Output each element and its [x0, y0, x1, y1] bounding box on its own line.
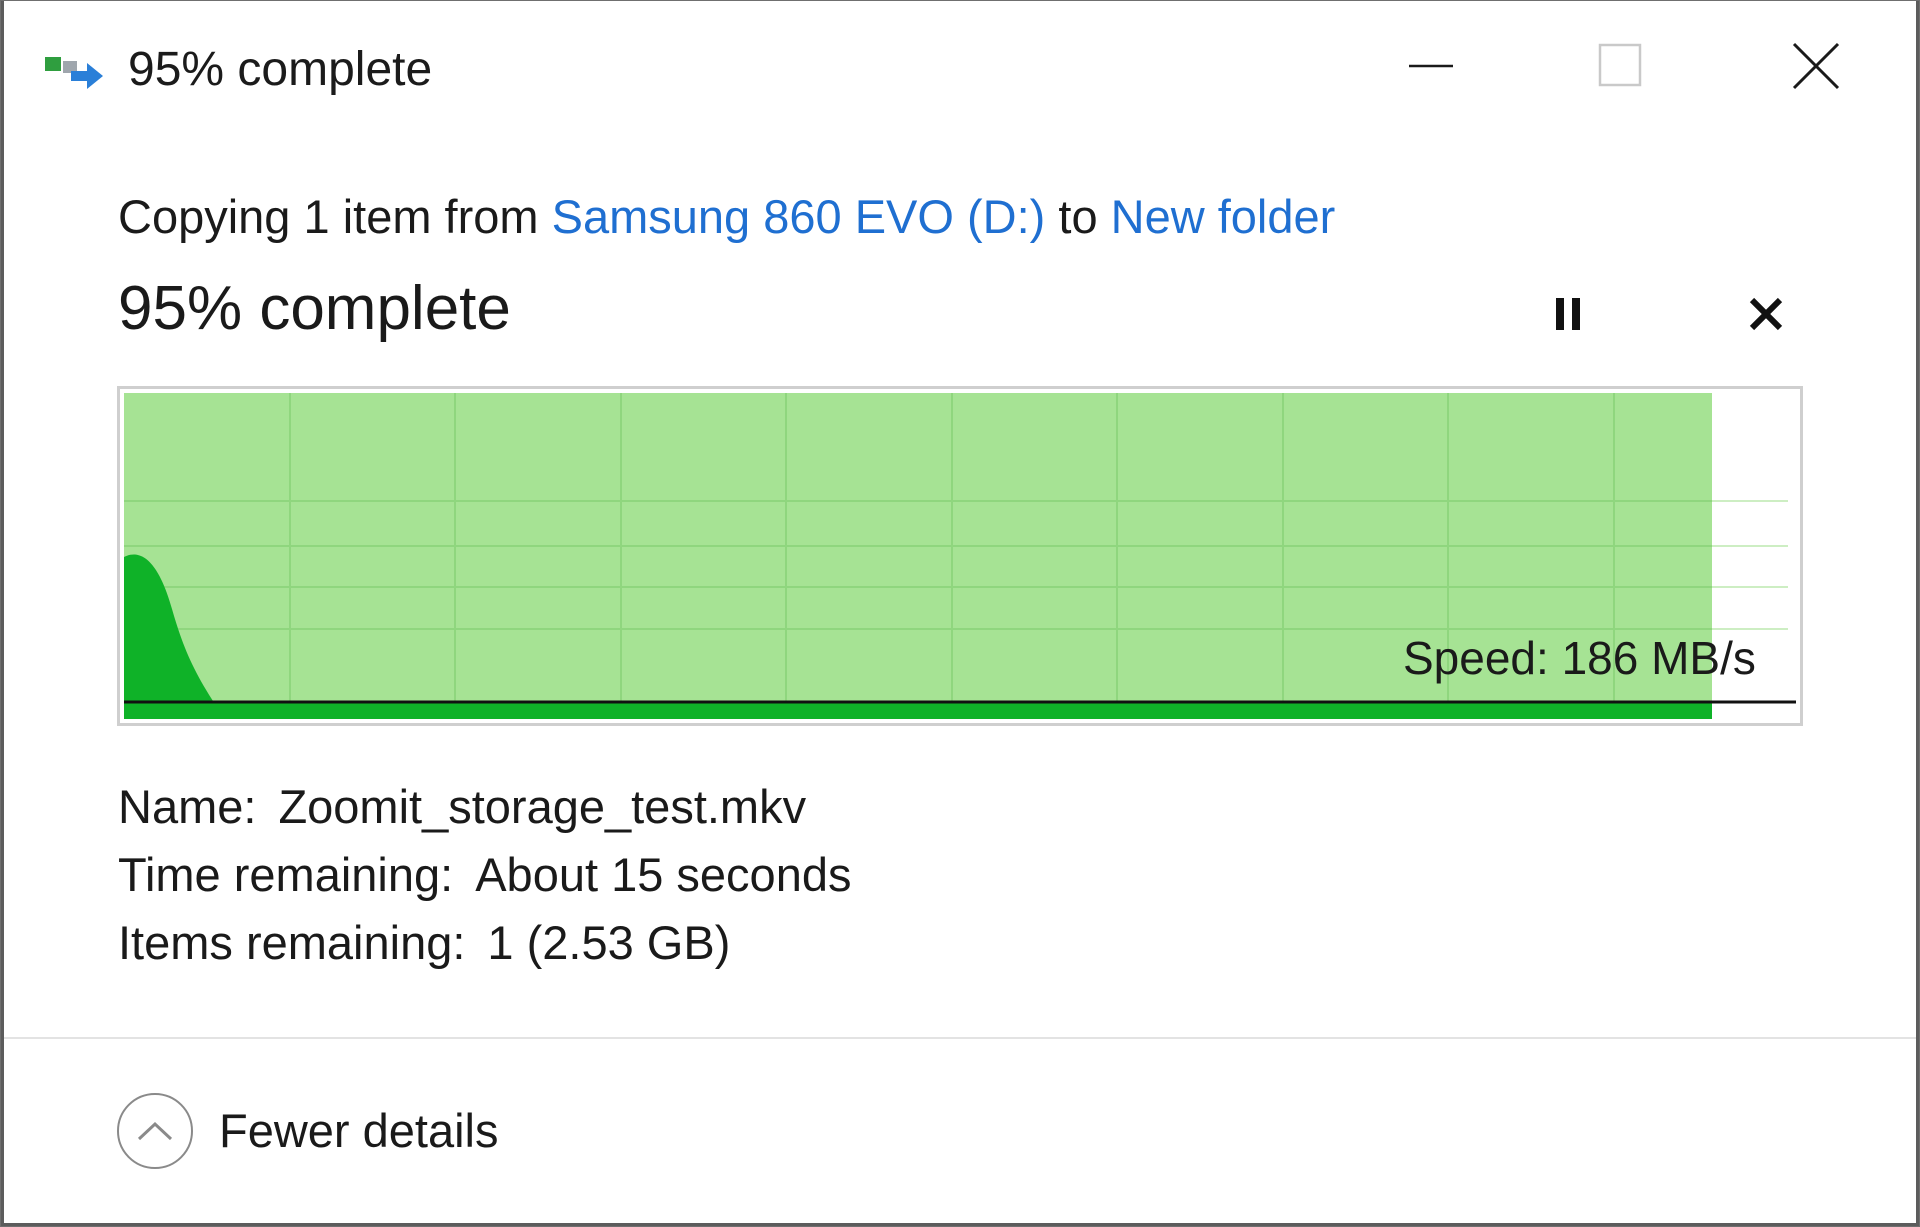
close-button[interactable]: [1731, 21, 1901, 111]
chevron-up-icon: [117, 1093, 193, 1169]
progress-heading: 95% complete: [118, 274, 511, 343]
speed-label: Speed: 186 MB/s: [1403, 632, 1756, 684]
window-border-bottom: [1, 1223, 1919, 1226]
speed-band: [124, 702, 1712, 719]
cancel-icon: [1749, 297, 1783, 331]
name-row: Name: Zoomit_storage_test.mkv: [118, 773, 851, 841]
graph-grid-unfilled: [1712, 500, 1788, 630]
copy-dialog-window: 95% complete Copying 1 item from Samsung…: [0, 0, 1920, 1227]
name-value: Zoomit_storage_test.mkv: [278, 780, 807, 833]
copy-description: Copying 1 item from Samsung 860 EVO (D:)…: [118, 187, 1335, 247]
pause-icon: [1556, 298, 1580, 330]
minimize-icon: [1409, 64, 1453, 68]
time-remaining-label: Time remaining:: [118, 848, 454, 901]
maximize-button[interactable]: [1536, 21, 1706, 111]
fewer-details-label: Fewer details: [219, 1104, 499, 1157]
details-section: Name: Zoomit_storage_test.mkv Time remain…: [118, 773, 851, 977]
maximize-icon: [1598, 43, 1642, 87]
time-remaining-value: About 15 seconds: [475, 848, 852, 901]
items-remaining-row: Items remaining: 1 (2.53 GB): [118, 909, 851, 977]
close-icon: [1792, 42, 1840, 90]
footer-divider: [1, 1037, 1919, 1039]
pause-button[interactable]: [1528, 279, 1608, 349]
window-border-left: [1, 1, 4, 1226]
items-remaining-value: 1 (2.53 GB): [487, 916, 731, 969]
minimize-button[interactable]: [1346, 21, 1516, 111]
items-remaining-label: Items remaining:: [118, 916, 466, 969]
window-border-right: [1916, 1, 1919, 1226]
name-label: Name:: [118, 780, 257, 833]
time-remaining-row: Time remaining: About 15 seconds: [118, 841, 851, 909]
title-bar: 95% complete: [1, 1, 1919, 136]
fewer-details-toggle[interactable]: Fewer details: [117, 1091, 499, 1171]
source-location-link[interactable]: Samsung 860 EVO (D:): [552, 190, 1046, 243]
to-text: to: [1045, 190, 1111, 243]
window-title: 95% complete: [128, 43, 433, 96]
copy-prefix-text: Copying 1 item from: [118, 190, 552, 243]
copy-transfer-icon: [45, 57, 103, 89]
destination-folder-link[interactable]: New folder: [1111, 190, 1336, 243]
cancel-copy-button[interactable]: [1726, 279, 1806, 349]
